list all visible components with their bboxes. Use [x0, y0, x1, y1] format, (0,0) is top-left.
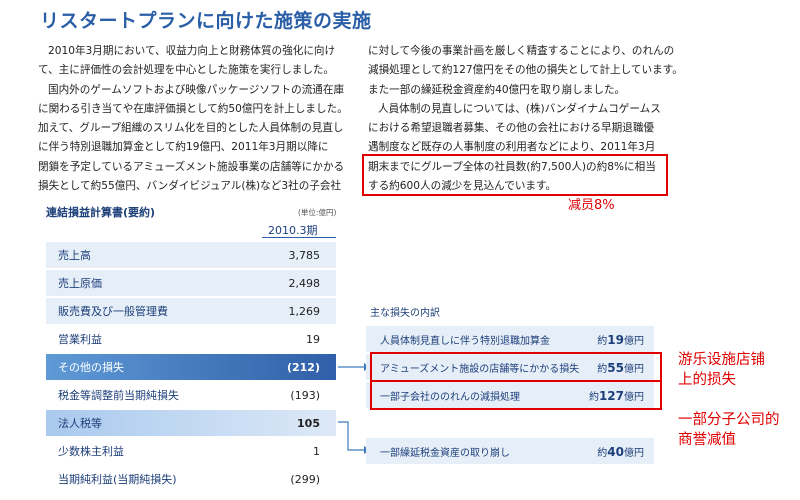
text-line: また一部の繰延税金資産約40億円を取り崩しました。: [368, 83, 626, 96]
text-line: に対して今後の事業計画を厳しく精査することにより、のれんの: [368, 45, 675, 57]
table-row: 売上原価 2,498: [46, 270, 336, 296]
loss-value: 約19億円: [597, 332, 644, 347]
loss-breakdown-title: 主な損失の内訳: [370, 308, 440, 319]
loss-label: 人員体制見直しに伴う特別退職加算金: [380, 335, 550, 347]
row-value: 3,785: [288, 248, 321, 262]
table-row: 少数株主利益 1: [46, 438, 336, 464]
text-line: における希望退職者募集、その他の会社における早期退職優: [368, 122, 655, 135]
text-line: 2010年3月期において、収益力向上と財務体質の強化に向け: [48, 45, 336, 57]
table-row: 税金等調整前当期純損失 (193): [46, 382, 336, 408]
loss-value: 約40億円: [597, 444, 644, 459]
table-period: 2010.3期: [268, 224, 318, 237]
table-row: 営業利益 19: [46, 326, 336, 352]
arrow-right-icon: [338, 363, 370, 371]
text-line: 損失として約55億円、バンダイビジュアル(株)など3社の子会社: [38, 180, 342, 193]
body-text-left: 2010年3月期において、収益力向上と財務体質の強化に向け て、主に評価性の会計…: [38, 42, 348, 196]
text-line: て、主に評価性の会計処理を中心とした施策を実行しました。: [38, 64, 335, 77]
row-value: 1,269: [288, 304, 321, 318]
loss-item: 一部繰延税金資産の取り崩し 約40億円: [366, 438, 654, 464]
text-line: に伴う特別退職加算金として約19億円、2011年3月期以降に: [38, 141, 329, 154]
text-line: 加えて、グループ組織のスリム化を目的とした人員体制の見直し: [38, 122, 344, 135]
row-value: 19: [306, 332, 320, 346]
table-unit: (単位:億円): [298, 208, 337, 217]
row-label: 当期純利益(当期純損失): [58, 473, 177, 486]
loss-label: 一部繰延税金資産の取り崩し: [380, 447, 510, 459]
row-value: 1: [313, 444, 320, 458]
table-row-other-losses: その他の損失 (212): [46, 354, 336, 380]
highlight-box-staff-cut: [362, 154, 668, 196]
row-value: 2,498: [288, 276, 321, 290]
row-label: 売上原価: [58, 277, 102, 290]
row-label: その他の損失: [58, 361, 124, 374]
text-line: 減損処理として約127億円をその他の損失として計上しています。: [368, 64, 683, 77]
table-title: 連結損益計算書(要約): [46, 206, 156, 219]
row-label: 少数株主利益: [58, 445, 124, 458]
row-label: 法人税等: [58, 417, 102, 430]
annotation-amusement-loss: 游乐设施店铺 上的损失: [678, 352, 765, 388]
divider: [262, 237, 336, 238]
text-line: 国内外のゲームソフトおよび映像パッケージソフトの流通在庫: [48, 83, 345, 96]
text-line: 閉鎖を予定しているアミューズメント施設事業の店舗等にかかる: [38, 160, 345, 173]
row-value: (299): [290, 472, 320, 486]
row-value: 105: [297, 416, 320, 430]
highlight-box-amusement-loss: [370, 352, 662, 382]
table-row-corporate-tax: 法人税等 105: [46, 410, 336, 436]
table-row: 売上高 3,785: [46, 242, 336, 268]
table-row: 販売費及び一般管理費 1,269: [46, 298, 336, 324]
text-line: に関わる引き当てや在庫評価損として約50億円を計上しました。: [38, 102, 348, 115]
loss-item: 人員体制見直しに伴う特別退職加算金 約19億円: [366, 326, 654, 352]
row-label: 税金等調整前当期純損失: [58, 389, 179, 402]
arrow-bent-icon: [338, 421, 370, 454]
annotation-goodwill: 一部分子公司的 商誉减值: [678, 412, 780, 448]
highlight-box-goodwill: [370, 380, 662, 410]
text-line: 人員体制の見直しについては、(株)バンダイナムコゲームス: [378, 102, 661, 115]
row-value: (193): [290, 388, 320, 402]
row-label: 販売費及び一般管理費: [58, 305, 168, 318]
annotation-staff-cut: 减员8%: [568, 198, 615, 213]
page-title: リスタートプランに向けた施策の実施: [40, 10, 372, 32]
row-label: 売上高: [58, 249, 91, 262]
table-row: 当期純利益(当期純損失) (299): [46, 466, 336, 492]
row-value: (212): [286, 360, 320, 374]
row-label: 営業利益: [58, 333, 102, 346]
